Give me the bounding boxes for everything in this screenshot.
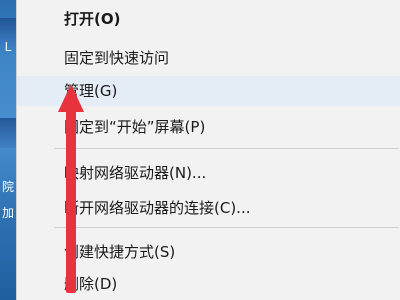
desktop-icon-label-fragment: L bbox=[4, 40, 12, 54]
menu-separator bbox=[54, 227, 399, 228]
desktop-icon-label-fragment: 加 bbox=[1, 206, 14, 220]
menu-separator bbox=[54, 148, 399, 149]
desktop-shortcut-icon[interactable] bbox=[0, 118, 16, 148]
menu-item-pin-quick-access[interactable]: 固定到快速访问 bbox=[17, 43, 400, 73]
red-arrow-shaft-annotation bbox=[66, 108, 76, 293]
desktop-icon-label-fragment: 院 bbox=[1, 180, 14, 194]
menu-item-open[interactable]: 打开(O) bbox=[17, 4, 400, 34]
desktop-background-strip: L 院 加 bbox=[0, 0, 16, 300]
